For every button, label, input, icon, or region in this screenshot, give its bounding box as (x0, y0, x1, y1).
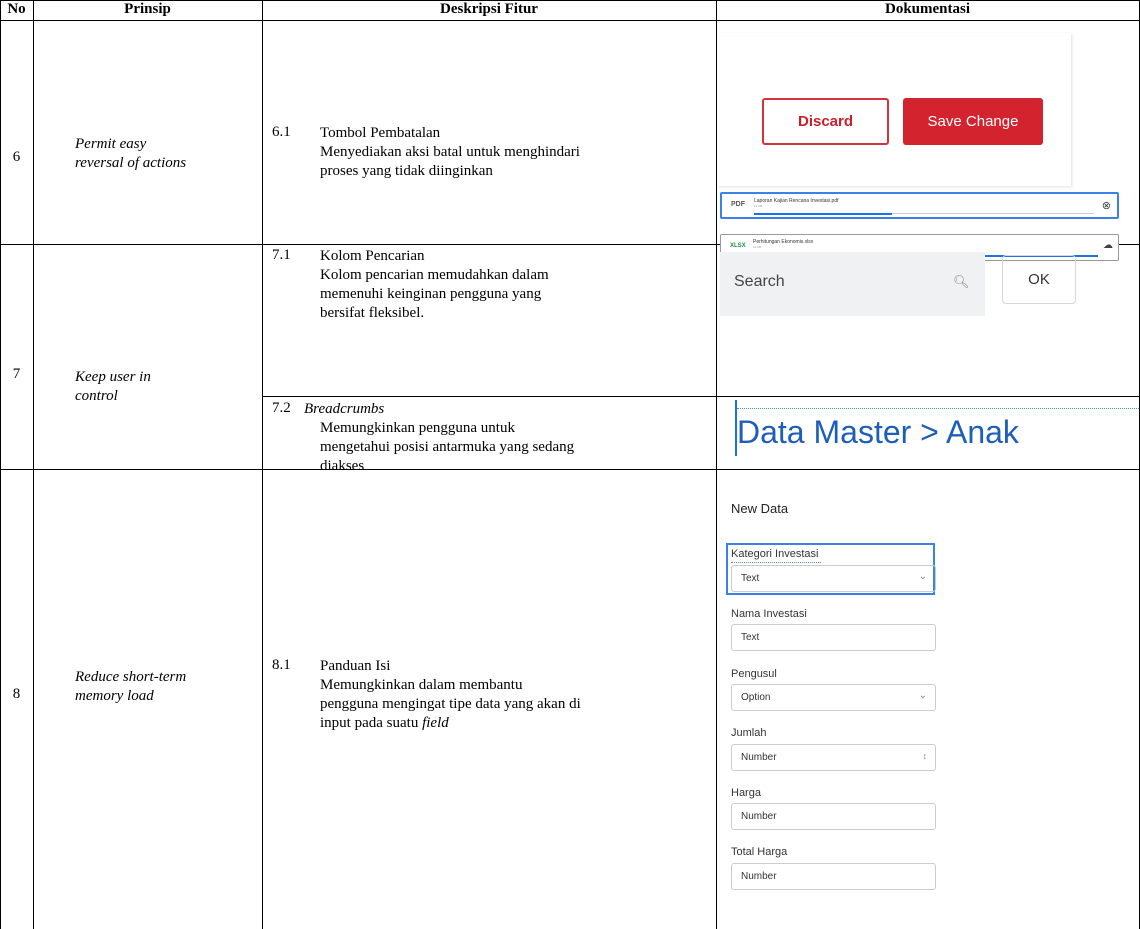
feature-description: Memungkinkan pengguna untuk (320, 420, 515, 436)
breadcrumb[interactable]: Data Master > Anak (737, 414, 1019, 451)
selection-guide (737, 408, 1139, 409)
row-divider (0, 469, 1140, 470)
feature-title: Panduan Isi (320, 658, 391, 674)
nama-investasi-input[interactable]: Text (731, 624, 936, 651)
feature-description: memenuhi keinginan pengguna yang (320, 286, 542, 302)
feature-description: bersifat fleksibel. (320, 305, 425, 321)
feature-description: pengguna mengingat tipe data yang akan d… (320, 696, 581, 712)
field-value: Number (741, 752, 777, 763)
search-icon: 🔍︎ (953, 274, 970, 289)
chevron-down-icon: ⌄ (918, 571, 927, 582)
field-value: Number (741, 871, 777, 882)
feature-description: Menyediakan aksi batal untuk menghindari (320, 144, 580, 160)
feature-description: Kolom pencarian memudahkan dalam (320, 267, 549, 283)
save-change-button[interactable]: Save Change (903, 98, 1043, 145)
principle-line: control (75, 388, 118, 404)
feature-description: input pada suatu field (320, 714, 449, 733)
principle-line: Reduce short-term (75, 669, 187, 685)
progress-bar (754, 213, 892, 215)
search-placeholder: Search (734, 273, 785, 290)
feature-description: Memungkinkan dalam membantu (320, 677, 523, 693)
feature-description: proses yang tidak diinginkan (320, 163, 493, 179)
search-input[interactable]: Search 🔍︎ (720, 252, 985, 316)
harga-input[interactable]: Number (731, 803, 936, 830)
feature-title: Breadcrumbs (304, 401, 385, 417)
feature-number: 6.1 (272, 124, 291, 140)
field-label: Pengusul (731, 668, 777, 680)
total-harga-input[interactable]: Number (731, 863, 936, 890)
field-value: Text (741, 573, 760, 584)
col-divider (33, 0, 34, 929)
principle-line: reversal of actions (75, 155, 187, 171)
kategori-select[interactable]: Text ⌄ (731, 565, 936, 592)
field-value: Option (741, 692, 771, 703)
principle-line: memory load (75, 688, 154, 704)
xlsx-file-icon: XLSX (730, 243, 746, 249)
row-number: 7 (12, 366, 21, 382)
table-border-left (0, 0, 1, 929)
feature-number: 7.1 (272, 247, 291, 263)
chevron-down-icon: ⌄ (918, 690, 927, 701)
file-size: 12 KB (754, 204, 763, 208)
feature-title: Kolom Pencarian (320, 248, 425, 264)
col-divider (262, 0, 263, 929)
pdf-file-icon: PDF (731, 201, 745, 208)
header-divider (0, 20, 1140, 21)
cancel-icon[interactable]: ⊗ (1102, 199, 1111, 212)
principle-line: Permit easy (75, 136, 147, 152)
feature-description: mengetahui posisi antarmuka yang sedang (320, 439, 575, 455)
description-italic: field (422, 715, 449, 731)
discard-button[interactable]: Discard (762, 98, 889, 145)
row-number: 8 (12, 686, 21, 702)
principle-line: Keep user in (75, 369, 151, 385)
field-value: Text (741, 632, 760, 643)
header-prinsip: Prinsip (124, 1, 171, 17)
sub-row-divider (262, 396, 1140, 397)
header-dokumentasi: Dokumentasi (884, 1, 970, 17)
field-label: Kategori Investasi (731, 548, 819, 560)
form-title: New Data (731, 501, 789, 516)
ok-button[interactable]: OK (1002, 255, 1076, 304)
field-label: Jumlah (731, 727, 767, 739)
cloud-icon[interactable]: ☁ (1103, 240, 1113, 251)
file-name: Laporan Kajian Rencana Investasi.pdf (754, 198, 839, 204)
field-value: Number (741, 811, 777, 822)
field-label: Nama Investasi (731, 608, 807, 620)
file-upload-item[interactable]: PDF Laporan Kajian Rencana Investasi.pdf… (720, 192, 1119, 219)
feature-description: diakses (320, 458, 365, 474)
field-label: Total Harga (731, 846, 788, 858)
file-size: 12 KB (753, 245, 762, 249)
selection-guide (731, 562, 821, 563)
feature-title: Tombol Pembatalan (320, 125, 441, 141)
field-label: Harga (731, 787, 761, 799)
file-name: Perhitungan Ekonomis.xlsx (753, 239, 814, 245)
feature-number: 7.2 (272, 400, 291, 416)
description-text: input pada suatu (320, 715, 423, 731)
jumlah-stepper[interactable]: Number ↕ (731, 744, 936, 771)
header-no: No (7, 1, 26, 17)
pengusul-select[interactable]: Option ⌄ (731, 684, 936, 711)
feature-number: 8.1 (272, 657, 291, 673)
row-number: 6 (12, 149, 21, 165)
stepper-icon[interactable]: ↕ (923, 751, 928, 761)
header-deskripsi: Deskripsi Fitur (440, 1, 538, 17)
